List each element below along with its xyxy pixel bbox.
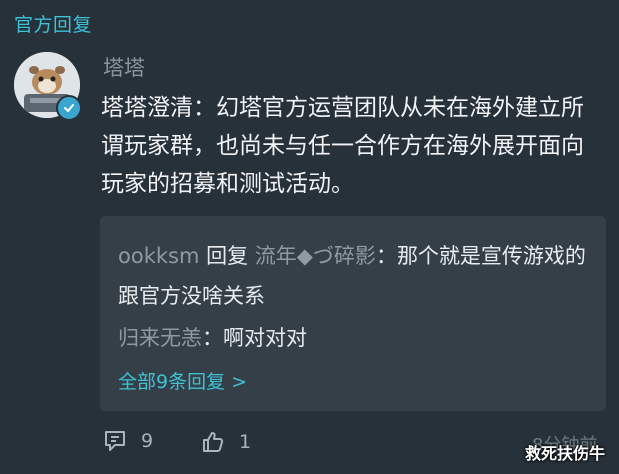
thumbs-up-icon [203, 432, 224, 452]
comment-icon [105, 431, 125, 451]
reply-author[interactable]: 归来无恙 [118, 326, 202, 350]
reply-item[interactable]: 归来无恙：啊对对对 [118, 322, 307, 352]
like-count: 1 [239, 431, 252, 453]
reply-text: 啊对对对 [223, 326, 307, 350]
reply-verb: 回复 [199, 244, 255, 268]
comment-button[interactable]: 9 [103, 430, 153, 452]
verified-badge-icon [56, 95, 82, 121]
reply-separator: ： [375, 244, 397, 268]
reply-target[interactable]: 流年◆づ碎影 [255, 244, 376, 268]
reply-item[interactable]: ookksm 回复 流年◆づ碎影：那个就是宣传游戏的跟官方没啥关系 [118, 236, 596, 316]
section-title: 官方回复 [14, 14, 93, 36]
reply-separator: ： [202, 326, 223, 350]
watermark: 救死扶伤牛 [525, 444, 606, 463]
comment-text: 塔塔澄清：幻塔官方运营团队从未在海外建立所谓玩家群，也尚未与任一合作方在海外展开… [101, 95, 584, 197]
username[interactable]: 塔塔 [103, 52, 145, 82]
reply-box[interactable]: ookksm 回复 流年◆づ碎影：那个就是宣传游戏的跟官方没啥关系 归来无恙：啊… [100, 216, 606, 411]
view-all-replies-link[interactable]: 全部9条回复 > [118, 367, 247, 394]
reply-author[interactable]: ookksm [118, 244, 199, 268]
like-button[interactable]: 1 [201, 430, 251, 454]
comment-count: 9 [141, 430, 154, 452]
